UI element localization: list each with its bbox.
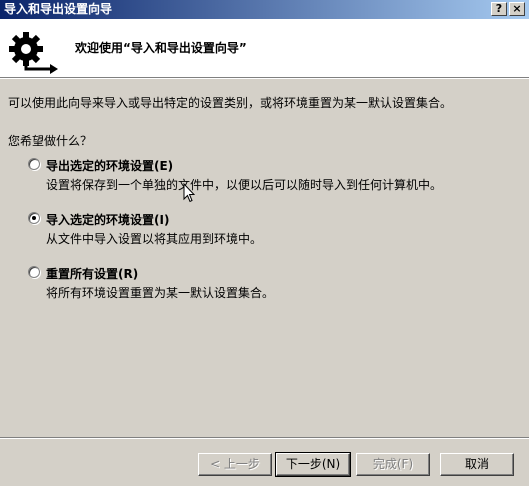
next-button[interactable]: 下一步(N) [275, 452, 351, 477]
finish-button[interactable]: 完成(F) [356, 453, 430, 476]
option-export-label[interactable]: 导出选定的环境设置(E) [46, 157, 173, 174]
option-reset-label[interactable]: 重置所有设置(R) [46, 265, 138, 282]
help-button[interactable]: ? [491, 2, 507, 16]
cancel-button[interactable]: 取消 [440, 453, 514, 476]
radio-import[interactable] [28, 212, 40, 224]
gear-export-icon [9, 32, 58, 74]
option-reset-description: 将所有环境设置重置为某一默认设置集合。 [46, 286, 275, 300]
footer-divider-highlight [0, 438, 529, 439]
back-button[interactable]: < 上一步 [198, 453, 272, 476]
radio-export[interactable] [28, 158, 40, 170]
option-export-description: 设置将保存到一个单独的文件中，以便以后可以随时导入到任何计算机中。 [46, 178, 443, 192]
option-import-label[interactable]: 导入选定的环境设置(I) [46, 211, 169, 228]
mouse-cursor-icon [183, 183, 195, 203]
option-import-description: 从文件中导入设置以将其应用到环境中。 [46, 232, 263, 246]
intro-text: 可以使用此向导来导入或导出特定的设置类别，或将环境重置为某一默认设置集合。 [8, 96, 453, 110]
close-button[interactable]: × [509, 2, 525, 16]
header-panel: 欢迎使用“导入和导出设置向导” [0, 19, 529, 78]
window-title: 导入和导出设置向导 [4, 2, 113, 16]
header-divider [0, 78, 529, 79]
wizard-dialog: 导入和导出设置向导 ? × 欢迎使用“导入和导出设置向导” 可以使用此向导来导入… [0, 0, 529, 486]
radio-reset[interactable] [28, 266, 40, 278]
question-label: 您希望做什么？ [8, 134, 93, 148]
title-bar[interactable]: 导入和导出设置向导 ? × [0, 0, 529, 19]
header-title: 欢迎使用“导入和导出设置向导” [75, 41, 247, 55]
